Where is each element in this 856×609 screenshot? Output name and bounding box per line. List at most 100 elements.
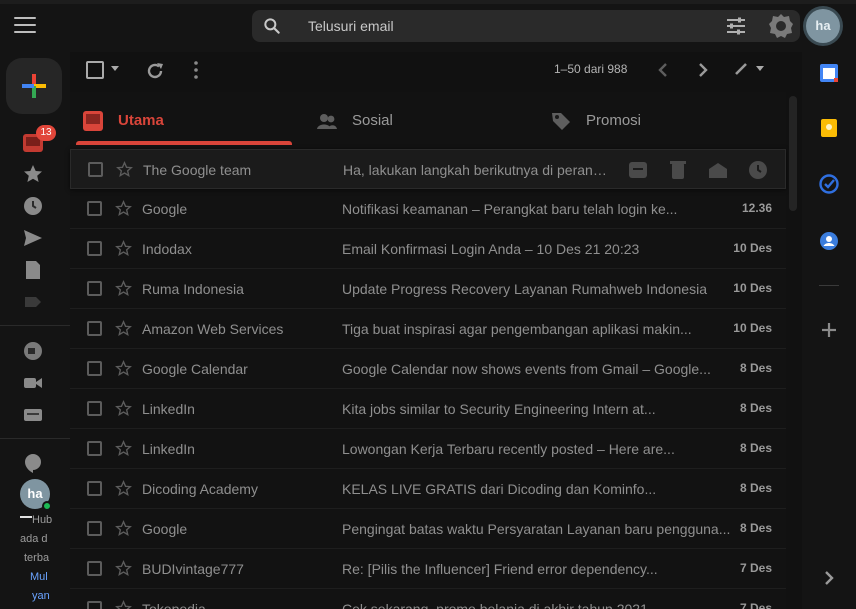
- compose-button[interactable]: [6, 58, 62, 114]
- email-row[interactable]: Dicoding Academy KELAS LIVE GRATIS dari D…: [70, 469, 786, 509]
- select-all-checkbox[interactable]: [86, 61, 104, 79]
- email-list: The Google team Ha, lakukan langkah berik…: [70, 149, 786, 609]
- row-hover-actions: [627, 159, 777, 181]
- email-row[interactable]: Google Calendar Google Calendar now shows…: [70, 349, 786, 389]
- meet-video-icon[interactable]: [22, 372, 44, 394]
- calendar-icon[interactable]: [819, 63, 839, 83]
- search-options-icon[interactable]: [726, 17, 746, 35]
- email-sender: BUDIvintage777: [142, 561, 244, 577]
- keyboard-icon[interactable]: [22, 404, 44, 426]
- star-icon[interactable]: [115, 360, 132, 377]
- row-checkbox[interactable]: [87, 561, 102, 576]
- email-subject: Tiga buat inspirasi agar pengembangan ap…: [342, 321, 692, 337]
- text-cursor-line: [20, 516, 32, 518]
- email-sender: Google: [142, 521, 188, 537]
- older-page-chevron-icon[interactable]: [656, 61, 670, 79]
- email-row[interactable]: Amazon Web Services Tiga buat inspirasi a…: [70, 309, 786, 349]
- star-icon[interactable]: [115, 520, 132, 537]
- email-row[interactable]: Indodax Email Konfirmasi Login Anda – 10 …: [70, 229, 786, 269]
- row-checkbox[interactable]: [87, 201, 102, 216]
- star-icon[interactable]: [115, 280, 132, 297]
- email-date: 7 Des: [739, 561, 772, 575]
- refresh-icon[interactable]: [145, 61, 165, 81]
- row-checkbox[interactable]: [87, 601, 102, 609]
- search-bar[interactable]: [252, 10, 800, 42]
- star-icon[interactable]: [115, 560, 132, 577]
- online-status-dot: [42, 501, 52, 511]
- mark-read-icon[interactable]: [707, 159, 729, 181]
- drafts-icon[interactable]: [22, 259, 44, 281]
- left-rail: 13 ha Hub ada d terba Mul yan: [0, 52, 70, 609]
- tasks-icon[interactable]: [819, 174, 839, 194]
- email-subject: Cek sekarang, promo belanja di akhir tah…: [342, 601, 660, 609]
- row-checkbox[interactable]: [87, 281, 102, 296]
- settings-gear-icon[interactable]: [768, 13, 794, 39]
- email-sender: Ruma Indonesia: [142, 281, 244, 297]
- search-input[interactable]: [308, 17, 708, 35]
- email-row[interactable]: Google Pengingat batas waktu Persyaratan …: [70, 509, 786, 549]
- chat-hint-link-text[interactable]: yan: [32, 590, 50, 602]
- snooze-clock-icon[interactable]: [747, 159, 769, 181]
- email-row[interactable]: BUDIvintage777 Re: [Pilis the Influencer]…: [70, 549, 786, 589]
- delete-icon[interactable]: [667, 159, 689, 181]
- email-sender: LinkedIn: [142, 401, 195, 417]
- mail-list-scrollbar[interactable]: [789, 96, 797, 211]
- star-icon[interactable]: [115, 200, 132, 217]
- row-checkbox[interactable]: [87, 481, 102, 496]
- unread-count-badge: 13: [36, 125, 56, 141]
- input-tools-caret-icon[interactable]: [756, 66, 764, 71]
- archive-icon[interactable]: [627, 159, 649, 181]
- email-subject: Update Progress Recovery Layanan Rumahwe…: [342, 281, 707, 297]
- email-subject: KELAS LIVE GRATIS dari Dicoding dan Komi…: [342, 481, 657, 497]
- row-checkbox[interactable]: [87, 241, 102, 256]
- add-addon-icon[interactable]: [819, 320, 839, 340]
- star-icon[interactable]: [115, 480, 132, 497]
- email-date: 10 Des: [733, 241, 772, 255]
- row-checkbox[interactable]: [87, 441, 102, 456]
- tab-promosi[interactable]: Promosi: [538, 92, 770, 148]
- star-icon[interactable]: [116, 161, 133, 178]
- starred-icon[interactable]: [22, 163, 44, 185]
- sent-icon[interactable]: [22, 227, 44, 249]
- meet-new-icon[interactable]: [22, 340, 44, 362]
- hangouts-icon[interactable]: [22, 452, 44, 474]
- email-date: 12.36: [741, 201, 772, 215]
- email-row[interactable]: Google Notifikasi keamanan – Perangkat ba…: [70, 189, 786, 229]
- email-subject: Pengingat batas waktu Persyaratan Layana…: [342, 521, 731, 537]
- star-icon[interactable]: [115, 320, 132, 337]
- row-checkbox[interactable]: [87, 321, 102, 336]
- pagination-range: 1–50 dari 988: [554, 62, 628, 76]
- star-icon[interactable]: [115, 440, 132, 457]
- email-date: 8 Des: [739, 481, 772, 495]
- tab-utama[interactable]: Utama: [70, 92, 302, 148]
- snoozed-icon[interactable]: [22, 195, 44, 217]
- star-icon[interactable]: [115, 240, 132, 257]
- more-options-icon[interactable]: [194, 60, 198, 80]
- star-icon[interactable]: [115, 600, 132, 609]
- contacts-icon[interactable]: [819, 231, 839, 251]
- row-checkbox[interactable]: [87, 401, 102, 416]
- email-row[interactable]: Tokopedia Cek sekarang, promo belanja di …: [70, 589, 786, 609]
- chevron-right-icon[interactable]: [819, 568, 839, 588]
- tab-label: Promosi: [586, 112, 642, 129]
- label-icon[interactable]: [22, 291, 44, 313]
- row-checkbox[interactable]: [87, 361, 102, 376]
- email-row[interactable]: Ruma Indonesia Update Progress Recovery L…: [70, 269, 786, 309]
- input-tools-pen-icon[interactable]: [734, 62, 748, 76]
- chat-hint-link-text[interactable]: Mul: [30, 571, 48, 583]
- keep-icon[interactable]: [819, 118, 839, 138]
- category-tabs: Utama Sosial Promosi: [70, 92, 786, 148]
- select-dropdown-caret-icon[interactable]: [111, 66, 119, 71]
- email-row[interactable]: The Google team Ha, lakukan langkah berik…: [70, 149, 786, 189]
- main-menu-icon[interactable]: [14, 17, 36, 35]
- search-icon[interactable]: [262, 16, 282, 36]
- star-icon[interactable]: [115, 400, 132, 417]
- email-row[interactable]: LinkedIn Kita jobs similar to Security En…: [70, 389, 786, 429]
- account-avatar[interactable]: ha: [806, 9, 840, 43]
- email-sender: The Google team: [143, 162, 252, 178]
- row-checkbox[interactable]: [87, 521, 102, 536]
- email-row[interactable]: LinkedIn Lowongan Kerja Terbaru recently …: [70, 429, 786, 469]
- tab-sosial[interactable]: Sosial: [304, 92, 536, 148]
- row-checkbox[interactable]: [88, 162, 103, 177]
- newer-page-chevron-icon[interactable]: [696, 61, 710, 79]
